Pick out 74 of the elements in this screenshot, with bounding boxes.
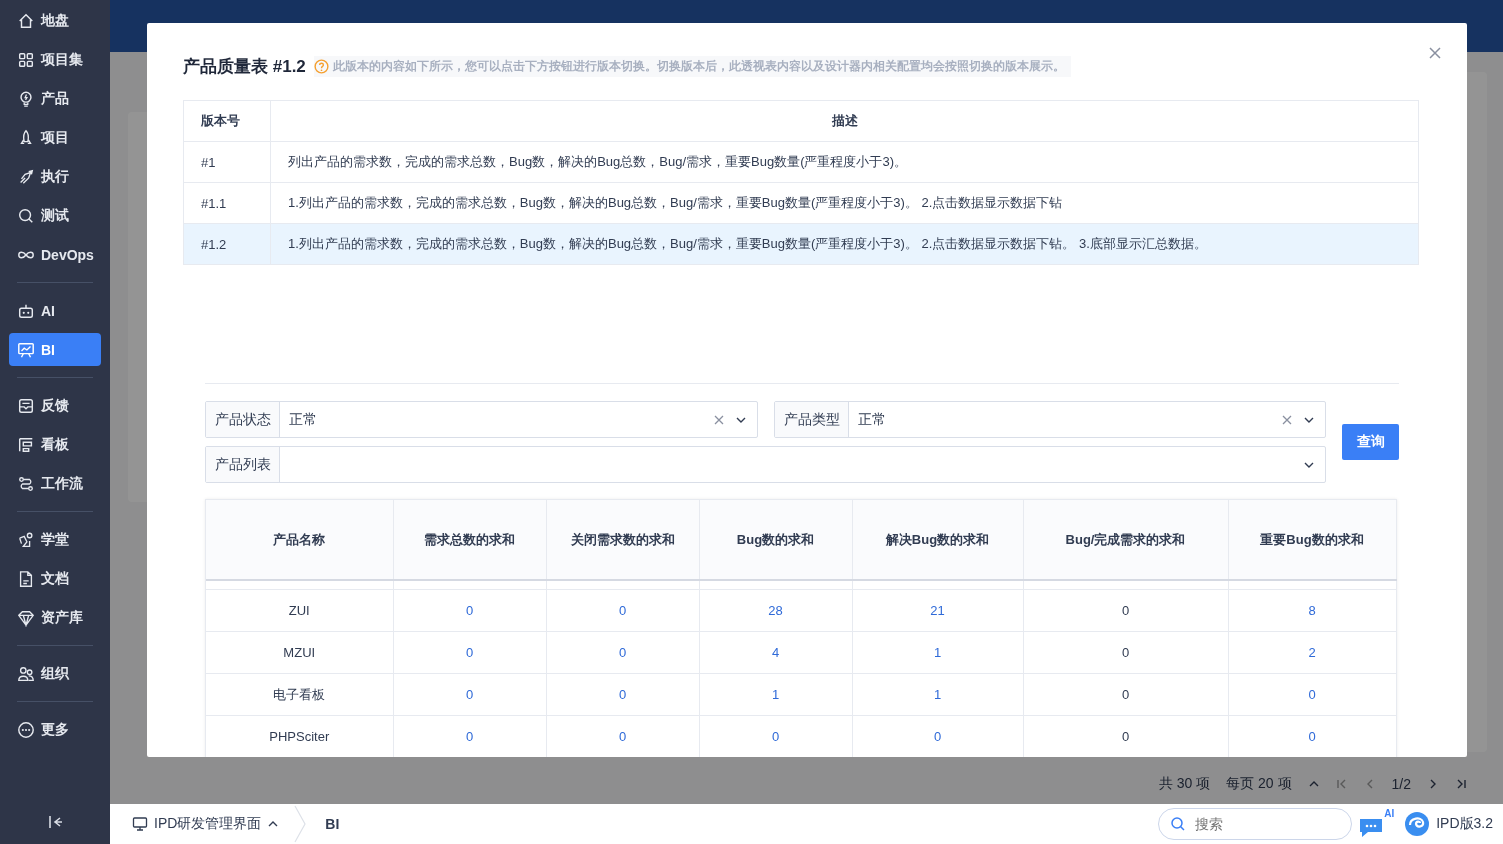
- table-cell: PHPSciter: [206, 715, 393, 757]
- column-header: 重要Bug数的求和: [1228, 500, 1396, 580]
- sidebar-item[interactable]: 看板: [9, 428, 101, 461]
- version-label: IPD版3.2: [1436, 815, 1493, 833]
- value-link[interactable]: 2: [1228, 631, 1396, 674]
- column-header: 版本号: [183, 100, 271, 142]
- version-cell[interactable]: #1.1: [183, 182, 271, 224]
- filter-select[interactable]: 产品类型 正常: [773, 401, 1326, 438]
- page-size-select[interactable]: 每页 20 项: [1226, 775, 1292, 793]
- column-header: Bug/完成需求的求和: [1023, 500, 1228, 580]
- value-link[interactable]: 28: [699, 589, 852, 632]
- value-link[interactable]: 0: [546, 589, 699, 632]
- sidebar-item[interactable]: 资产库: [9, 601, 101, 634]
- value-link[interactable]: 0: [393, 715, 546, 757]
- column-header: 需求总数的求和: [393, 500, 546, 580]
- description-cell[interactable]: 1.列出产品的需求数，完成的需求总数，Bug数，解决的Bug总数，Bug/需求，重要Bug数量(严重程度小于3)。 2.点击数据显示数据下钻: [270, 182, 1419, 224]
- value-link[interactable]: 1: [852, 673, 1023, 716]
- sidebar-item[interactable]: 产品: [9, 82, 101, 115]
- value-link[interactable]: 0: [852, 715, 1023, 757]
- version-cell[interactable]: #1: [183, 141, 271, 183]
- app-name[interactable]: IPD研发管理界面: [154, 815, 262, 833]
- breadcrumb-item[interactable]: BI: [325, 816, 340, 832]
- value-link[interactable]: 0: [546, 631, 699, 674]
- value-link[interactable]: 0: [699, 715, 852, 757]
- table-cell: ZUI: [206, 589, 393, 632]
- column-header: 关闭需求数的求和: [546, 500, 699, 580]
- sidebar-item[interactable]: 更多: [9, 713, 101, 746]
- sidebar-item[interactable]: 地盘: [9, 4, 101, 37]
- query-button[interactable]: 查询: [1342, 424, 1399, 460]
- dialog-title: 产品质量表 #1.2: [183, 56, 306, 78]
- value-link[interactable]: 0: [546, 715, 699, 757]
- table-cell: 0: [1023, 715, 1228, 757]
- version-cell[interactable]: #1.2: [183, 223, 271, 265]
- sidebar-item[interactable]: AI: [9, 294, 101, 327]
- column-header: 解决Bug数的求和: [852, 500, 1023, 580]
- column-header: 产品名称: [206, 500, 393, 580]
- sidebar-item[interactable]: 测试: [9, 199, 101, 232]
- sidebar-item[interactable]: 学堂: [9, 523, 101, 556]
- sidebar-item[interactable]: 反馈: [9, 389, 101, 422]
- table-cell: 0: [1023, 589, 1228, 632]
- value-link[interactable]: 21: [852, 589, 1023, 632]
- sidebar-item[interactable]: 项目集: [9, 43, 101, 76]
- value-link[interactable]: 1: [852, 631, 1023, 674]
- value-link[interactable]: 4: [699, 631, 852, 674]
- sidebar-item[interactable]: 执行: [9, 160, 101, 193]
- value-link[interactable]: 0: [546, 673, 699, 716]
- table-cell: MZUI: [206, 631, 393, 674]
- ai-label: AI: [1384, 808, 1395, 819]
- search-field[interactable]: 搜索: [1158, 808, 1353, 840]
- sidebar-item[interactable]: BI: [9, 333, 101, 366]
- value-link[interactable]: 8: [1228, 589, 1396, 632]
- filter-select[interactable]: 产品列表: [205, 446, 1326, 483]
- value-link[interactable]: 0: [393, 589, 546, 632]
- filter-select[interactable]: 产品状态 正常: [205, 401, 758, 438]
- table-cell: 0: [1023, 673, 1228, 716]
- description-cell[interactable]: 列出产品的需求数，完成的需求总数，Bug数，解决的Bug总数，Bug/需求，重要Bug数量(严重程度小于3)。: [270, 141, 1419, 183]
- total-count: 共 30 项: [1158, 775, 1211, 793]
- sidebar-item[interactable]: 项目: [9, 121, 101, 154]
- table-cell: 0: [1023, 631, 1228, 674]
- value-link[interactable]: 0: [393, 631, 546, 674]
- hint-text: 此版本的内容如下所示，您可以点击下方按钮进行版本切换。切换版本后，此透视表内容以及设计器内相关配置均会按照切换的版本展示。: [332, 58, 1065, 75]
- sidebar-item[interactable]: 文档: [9, 562, 101, 595]
- value-link[interactable]: 0: [1228, 715, 1396, 757]
- sidebar-item[interactable]: DevOps: [9, 238, 101, 271]
- value-link[interactable]: 0: [1228, 673, 1396, 716]
- column-header: Bug数的求和: [699, 500, 852, 580]
- sidebar-item[interactable]: 组织: [9, 657, 101, 690]
- sidebar-item[interactable]: 工作流: [9, 467, 101, 500]
- page-indicator: 1/2: [1391, 776, 1411, 792]
- description-cell[interactable]: 1.列出产品的需求数，完成的需求总数，Bug数，解决的Bug总数，Bug/需求，重要Bug数量(严重程度小于3)。 2.点击数据显示数据下钻。 3.底部显示汇总数据。: [270, 223, 1419, 265]
- table-cell: 电子看板: [206, 673, 393, 716]
- value-link[interactable]: 0: [393, 673, 546, 716]
- value-link[interactable]: 1: [699, 673, 852, 716]
- column-header: 描述: [270, 100, 1419, 142]
